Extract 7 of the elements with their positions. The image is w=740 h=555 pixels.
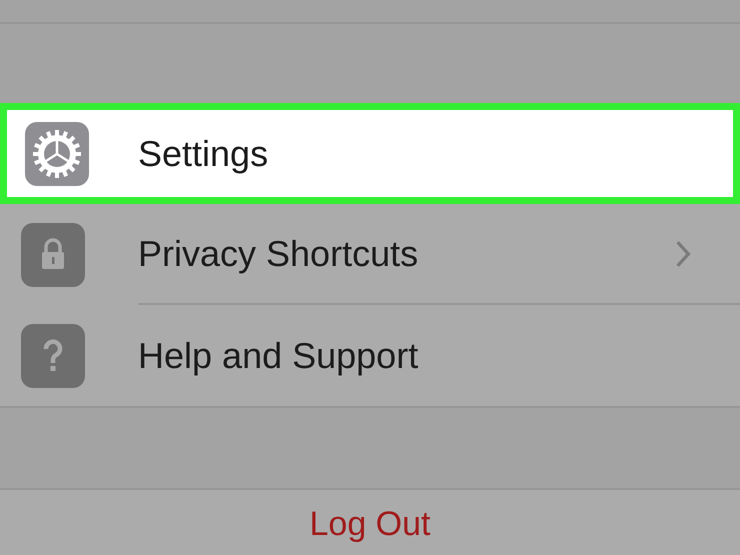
help-icon	[21, 324, 85, 388]
menu-item[interactable]: Help and Support	[0, 305, 740, 406]
lock-icon	[21, 222, 85, 286]
menu-item[interactable]: Settings	[0, 103, 740, 204]
menu-item[interactable]: Privacy Shortcuts	[0, 204, 740, 305]
chevron-right-icon	[674, 238, 692, 268]
gear-icon	[24, 122, 88, 186]
